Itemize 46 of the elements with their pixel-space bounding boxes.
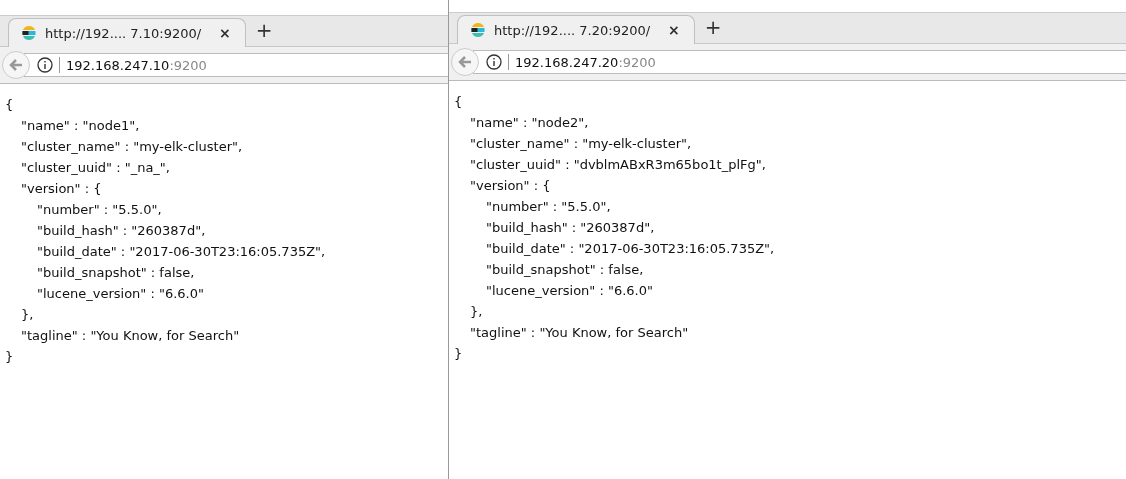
info-icon [486, 54, 502, 70]
json-line: }, [21, 307, 34, 322]
new-tab-button[interactable]: + [694, 15, 732, 43]
address-bar[interactable]: 192.168.247.10:9200 [24, 53, 448, 77]
json-line: "tagline" : "You Know, for Search" [21, 328, 240, 343]
elastic-logo-icon [470, 22, 486, 38]
json-line: "cluster_uuid" : "_na_", [21, 160, 170, 175]
back-button[interactable] [451, 48, 479, 76]
json-line: "number" : "5.5.0", [37, 202, 162, 217]
json-line: }, [470, 304, 483, 319]
json-line: "version" : { [21, 181, 102, 196]
tab-title: http://192.... 7.10:9200/ [45, 25, 202, 41]
json-line: "name" : "node2", [470, 115, 589, 130]
json-line: "cluster_name" : "my-elk-cluster", [21, 139, 243, 154]
json-line: "build_snapshot" : false, [486, 262, 644, 277]
tab-title: http://192.... 7.20:9200/ [494, 22, 651, 38]
browser-tab[interactable]: http://192.... 7.10:9200/ × [8, 18, 246, 47]
json-line: "build_hash" : "260387d", [486, 220, 655, 235]
close-tab-button[interactable]: × [219, 25, 231, 41]
json-line: "cluster_name" : "my-elk-cluster", [470, 136, 692, 151]
back-arrow-icon [457, 54, 473, 70]
elastic-logo-icon [21, 25, 37, 41]
json-line: "tagline" : "You Know, for Search" [470, 325, 689, 340]
json-line: "lucene_version" : "6.6.0" [486, 283, 653, 298]
json-line: "build_date" : "2017-06-30T23:16:05.735Z", [37, 244, 326, 259]
json-line: "cluster_uuid" : "dvblmABxR3m65bo1t_plFg", [470, 157, 766, 172]
json-line: "name" : "node1", [21, 118, 140, 133]
json-line: } [5, 349, 14, 364]
browser-tab[interactable]: http://192.... 7.20:9200/ × [457, 15, 695, 44]
close-tab-button[interactable]: × [668, 22, 680, 38]
json-line: "lucene_version" : "6.6.0" [37, 286, 204, 301]
json-line: "number" : "5.5.0", [486, 199, 611, 214]
json-line: "version" : { [470, 178, 551, 193]
back-button[interactable] [2, 51, 30, 79]
json-line: { [454, 94, 463, 109]
json-line: { [5, 97, 14, 112]
json-line: "build_snapshot" : false, [37, 265, 195, 280]
info-icon [37, 57, 53, 73]
json-line: } [454, 346, 463, 361]
address-bar[interactable]: 192.168.247.20:9200 [473, 50, 1126, 74]
json-line: "build_hash" : "260387d", [37, 223, 206, 238]
json-line: "build_date" : "2017-06-30T23:16:05.735Z", [486, 241, 775, 256]
url-text: 192.168.247.20:9200 [515, 54, 656, 70]
url-text: 192.168.247.10:9200 [66, 57, 207, 73]
back-arrow-icon [8, 57, 24, 73]
new-tab-button[interactable]: + [245, 18, 283, 46]
